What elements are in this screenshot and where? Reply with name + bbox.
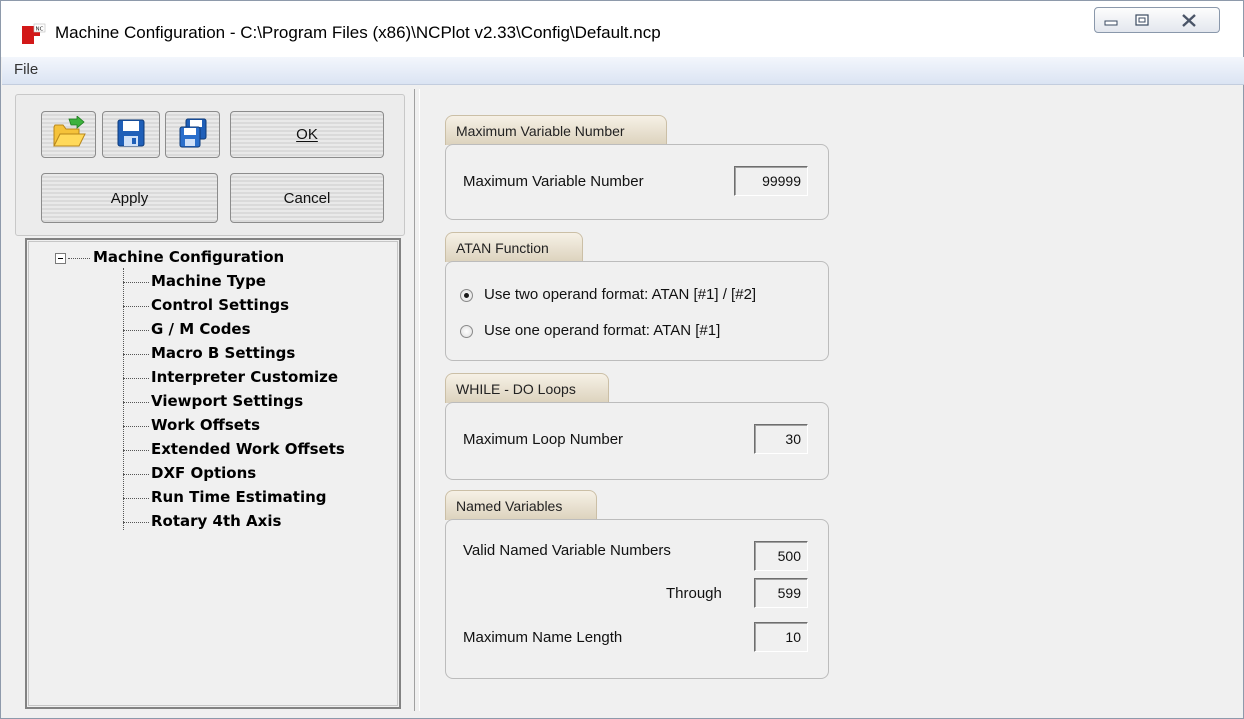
tree-item-viewport-settings[interactable]: Viewport Settings xyxy=(151,392,303,410)
tree-item-run-time-estimating[interactable]: Run Time Estimating xyxy=(151,488,327,506)
max-name-length-label: Maximum Name Length xyxy=(463,629,623,646)
atan-one-operand-label[interactable]: Use one operand format: ATAN [#1] xyxy=(484,322,720,339)
cancel-button[interactable]: Cancel xyxy=(230,173,384,223)
cancel-button-label: Cancel xyxy=(283,189,331,207)
named-variables-group-tab: Named Variables xyxy=(445,490,597,520)
max-variable-group-tab: Maximum Variable Number xyxy=(445,115,667,145)
pane-splitter[interactable] xyxy=(414,89,420,711)
close-button[interactable] xyxy=(1158,7,1220,33)
tree-root-machine-configuration[interactable]: Machine Configuration xyxy=(93,248,284,266)
tree-item-gm-codes[interactable]: G / M Codes xyxy=(151,320,251,338)
atan-group: Use two operand format: ATAN [#1] / [#2]… xyxy=(445,261,829,361)
save-as-button[interactable] xyxy=(165,111,220,158)
tree-collapse-icon[interactable] xyxy=(55,253,66,264)
while-do-group: Maximum Loop Number 30 xyxy=(445,402,829,480)
max-name-length-field[interactable]: 10 xyxy=(754,622,808,652)
valid-named-variable-numbers-label: Valid Named Variable Numbers xyxy=(463,542,671,559)
machine-configuration-window: NC Machine Configuration - C:\Program Fi… xyxy=(0,0,1244,719)
title-bar: NC Machine Configuration - C:\Program Fi… xyxy=(1,1,1243,57)
tree-item-control-settings[interactable]: Control Settings xyxy=(151,296,289,314)
valid-named-variable-to-field[interactable]: 599 xyxy=(754,578,808,608)
max-loop-number-field[interactable]: 30 xyxy=(754,424,808,454)
through-label: Through xyxy=(666,585,722,602)
atan-two-operand-label[interactable]: Use two operand format: ATAN [#1] / [#2] xyxy=(484,286,756,303)
tree-item-rotary-4th-axis[interactable]: Rotary 4th Axis xyxy=(151,512,281,530)
while-do-group-tab: WHILE - DO Loops xyxy=(445,373,609,403)
tree-item-interpreter-customize[interactable]: Interpreter Customize xyxy=(151,368,338,386)
ok-button[interactable]: OK xyxy=(230,111,384,158)
svg-text:NC: NC xyxy=(36,26,44,32)
valid-named-variable-from-field[interactable]: 500 xyxy=(754,541,808,571)
named-variables-group: Valid Named Variable Numbers 500 Through… xyxy=(445,519,829,679)
minimize-button[interactable] xyxy=(1094,7,1127,33)
max-variable-group-title: Maximum Variable Number xyxy=(456,122,625,139)
atan-group-title: ATAN Function xyxy=(456,239,549,256)
close-icon xyxy=(1158,14,1220,38)
ncplot-app-icon[interactable]: NC xyxy=(20,23,46,47)
atan-one-operand-radio[interactable] xyxy=(460,325,473,338)
max-loop-number-label: Maximum Loop Number xyxy=(463,431,624,448)
minimize-icon xyxy=(1095,19,1128,38)
tree-item-extended-work-offsets[interactable]: Extended Work Offsets xyxy=(151,440,345,458)
while-do-group-title: WHILE - DO Loops xyxy=(456,380,576,397)
menu-bar: File xyxy=(2,57,1244,85)
window-title: Machine Configuration - C:\Program Files… xyxy=(55,23,661,42)
save-disk-icon xyxy=(116,118,146,152)
max-variable-group: Maximum Variable Number 99999 xyxy=(445,144,829,220)
toolbar-panel: OK Apply Cancel xyxy=(15,94,405,236)
atan-group-tab: ATAN Function xyxy=(445,232,583,262)
save-button[interactable] xyxy=(102,111,160,158)
menu-file[interactable]: File xyxy=(14,61,38,78)
open-button[interactable] xyxy=(41,111,96,158)
ok-button-label: OK xyxy=(296,126,318,143)
tree-item-macro-b-settings[interactable]: Macro B Settings xyxy=(151,344,295,362)
max-variable-field[interactable]: 99999 xyxy=(734,166,808,196)
apply-button[interactable]: Apply xyxy=(41,173,218,223)
apply-button-label: Apply xyxy=(110,189,149,207)
atan-two-operand-radio[interactable] xyxy=(460,289,473,302)
tree-item-dxf-options[interactable]: DXF Options xyxy=(151,464,256,482)
named-variables-group-title: Named Variables xyxy=(456,497,563,514)
open-folder-icon xyxy=(51,114,87,154)
maximize-button[interactable] xyxy=(1126,7,1159,33)
save-as-disk-icon xyxy=(177,117,209,153)
tree-item-machine-type[interactable]: Machine Type xyxy=(151,272,266,290)
configuration-tree[interactable]: Machine Configuration Machine Type Contr… xyxy=(25,238,401,709)
maximize-icon xyxy=(1126,14,1159,38)
max-variable-label: Maximum Variable Number xyxy=(463,173,644,190)
tree-item-work-offsets[interactable]: Work Offsets xyxy=(151,416,260,434)
